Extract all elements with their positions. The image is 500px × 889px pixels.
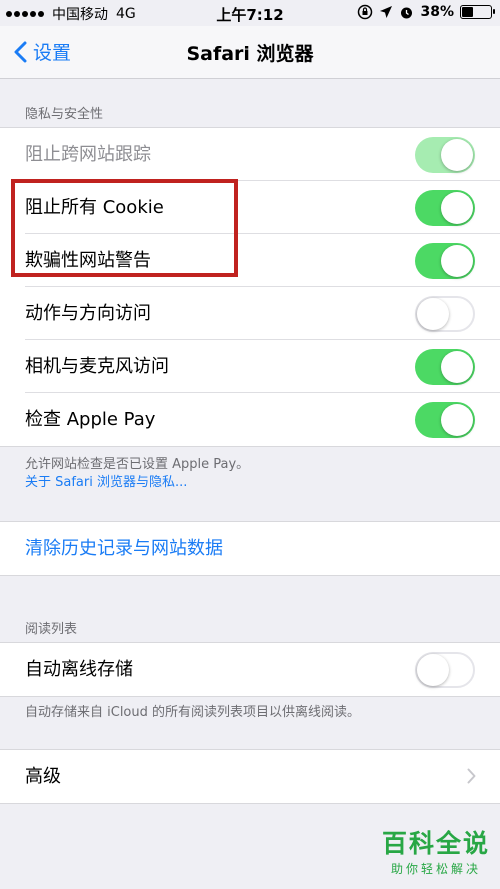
check-apple-pay-toggle[interactable] bbox=[415, 402, 475, 438]
reading-list-footer: 自动存储来自 iCloud 的所有阅读列表项目以供离线阅读。 bbox=[25, 705, 361, 720]
advanced-label: 高级 bbox=[25, 766, 61, 787]
block-all-cookies-toggle[interactable] bbox=[415, 190, 475, 226]
prevent-cross-site-tracking-toggle[interactable] bbox=[415, 137, 475, 173]
setting-row-motion-orientation-access: 动作与方向访问 bbox=[0, 287, 500, 340]
page-title: Safari 浏览器 bbox=[186, 43, 314, 65]
battery-percent: 38% bbox=[420, 4, 454, 20]
privacy-settings-group: 阻止跨网站跟踪 阻止所有 Cookie 欺骗性网站警告 动作与方向访问 相机与麦… bbox=[0, 127, 500, 447]
clear-history-button[interactable]: 清除历史记录与网站数据 bbox=[0, 522, 500, 575]
setting-row-check-apple-pay: 检查 Apple Pay bbox=[0, 393, 500, 446]
fraudulent-website-warning-toggle[interactable] bbox=[415, 243, 475, 279]
watermark-title: 百科全说 bbox=[381, 829, 490, 858]
alarm-icon bbox=[401, 7, 413, 18]
location-icon bbox=[380, 6, 393, 18]
motion-orientation-access-toggle[interactable] bbox=[415, 296, 475, 332]
rotation-lock-icon bbox=[358, 4, 373, 20]
setting-row-auto-offline-save: 自动离线存储 bbox=[0, 643, 500, 696]
highlight-box bbox=[11, 179, 238, 277]
auto-offline-save-toggle[interactable] bbox=[415, 652, 475, 688]
clear-history-group: 清除历史记录与网站数据 bbox=[0, 521, 500, 576]
setting-label: 动作与方向访问 bbox=[25, 303, 151, 324]
privacy-info-link[interactable]: 关于 Safari 浏览器与隐私... bbox=[25, 474, 249, 492]
watermark-logo: 百科全说 助你轻松解决 bbox=[382, 824, 490, 877]
section-header-reading-list: 阅读列表 bbox=[25, 622, 78, 637]
privacy-footer: 允许网站检查是否已设置 Apple Pay。 关于 Safari 浏览器与隐私.… bbox=[25, 456, 249, 492]
section-header-privacy: 隐私与安全性 bbox=[25, 107, 104, 122]
navigation-bar: 设置 Safari 浏览器 bbox=[0, 26, 500, 79]
privacy-footer-text: 允许网站检查是否已设置 Apple Pay。 bbox=[25, 457, 250, 472]
status-right: 38% bbox=[357, 4, 495, 20]
watermark-subtitle: 助你轻松解决 bbox=[390, 862, 481, 876]
clear-history-label: 清除历史记录与网站数据 bbox=[25, 538, 223, 559]
battery-icon bbox=[460, 5, 495, 19]
setting-label: 自动离线存储 bbox=[25, 659, 133, 680]
chevron-right-icon bbox=[467, 768, 476, 784]
setting-row-prevent-cross-site-tracking: 阻止跨网站跟踪 bbox=[0, 128, 500, 181]
setting-row-camera-microphone-access: 相机与麦克风访问 bbox=[0, 340, 500, 393]
reading-list-group: 自动离线存储 bbox=[0, 642, 500, 697]
advanced-row[interactable]: 高级 bbox=[0, 750, 500, 803]
setting-label: 检查 Apple Pay bbox=[25, 409, 156, 430]
advanced-group: 高级 bbox=[0, 749, 500, 804]
setting-label: 相机与麦克风访问 bbox=[25, 356, 169, 377]
camera-microphone-access-toggle[interactable] bbox=[415, 349, 475, 385]
status-bar: 中国移动 4G 上午7:12 38% bbox=[0, 0, 500, 26]
setting-label: 阻止跨网站跟踪 bbox=[25, 144, 151, 165]
